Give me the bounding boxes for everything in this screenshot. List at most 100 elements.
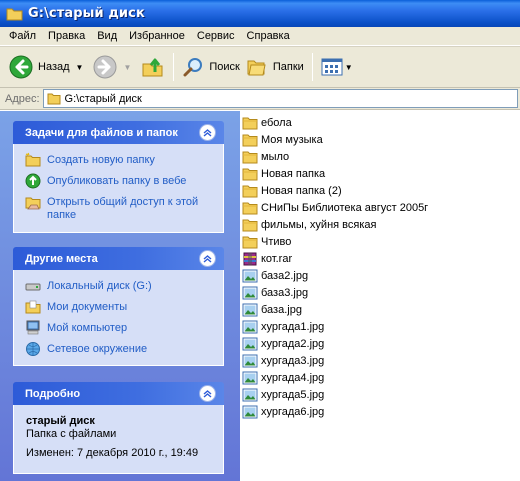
back-dropdown-icon[interactable]: ▼: [76, 63, 84, 72]
address-input[interactable]: G:\старый диск: [42, 89, 518, 108]
file-item[interactable]: фильмы, хуйня всякая: [242, 216, 376, 233]
other-places-header[interactable]: Другие места: [13, 247, 224, 270]
address-bar: Адрес: G:\старый диск: [0, 88, 520, 110]
menu-view[interactable]: Вид: [91, 27, 123, 46]
image-file-icon: [242, 405, 258, 418]
file-name: хургада6.jpg: [261, 405, 325, 418]
address-label: Адрес:: [5, 92, 40, 105]
details-body: старый диск Папка с файлами Изменен: 7 д…: [13, 405, 224, 474]
file-item[interactable]: хургада4.jpg: [242, 369, 324, 386]
file-item[interactable]: Чтиво: [242, 233, 291, 250]
place-local-disk[interactable]: Локальный диск (G:): [25, 278, 213, 294]
panel-title: Другие места: [25, 252, 98, 265]
file-name: хургада2.jpg: [261, 337, 325, 350]
toolbar-separator: [173, 53, 175, 81]
panel-title: Задачи для файлов и папок: [25, 126, 178, 139]
detail-type: Папка с файлами: [26, 428, 117, 440]
task-label: Опубликовать папку в вебе: [47, 175, 187, 187]
file-item[interactable]: хургада2.jpg: [242, 335, 324, 352]
details-header[interactable]: Подробно: [13, 382, 224, 405]
my-documents-icon: [25, 300, 41, 314]
file-name: ебола: [261, 116, 292, 129]
file-item[interactable]: СНиПы Библиотека август 2005г: [242, 199, 428, 216]
folder-icon: [242, 219, 258, 231]
file-tasks-header[interactable]: Задачи для файлов и папок: [13, 121, 224, 144]
task-pane: Задачи для файлов и папок Создать новую …: [0, 111, 240, 481]
folder-icon: [242, 134, 258, 146]
place-label: Мои документы: [47, 301, 128, 313]
collapse-icon[interactable]: [199, 124, 216, 141]
image-file-icon: [242, 269, 258, 282]
folder-icon: [47, 93, 61, 105]
file-name: СНиПы Библиотека август 2005г: [261, 201, 429, 214]
views-dropdown-icon[interactable]: ▼: [345, 63, 353, 72]
views-button[interactable]: ▼: [318, 50, 360, 84]
file-name: база2.jpg: [261, 269, 309, 282]
up-button[interactable]: [138, 50, 168, 84]
file-name: хургада5.jpg: [261, 388, 325, 401]
image-file-icon: [242, 286, 258, 299]
folders-icon: [247, 60, 266, 76]
folders-button[interactable]: Папки: [243, 50, 307, 84]
file-item[interactable]: хургада3.jpg: [242, 352, 324, 369]
image-file-icon: [242, 388, 258, 401]
file-name: Новая папка (2): [261, 184, 342, 197]
file-name: база.jpg: [261, 303, 302, 316]
details-panel: Подробно старый диск Папка с файлами Изм…: [13, 382, 224, 474]
menu-bar: Файл Правка Вид Избранное Сервис Справка: [0, 27, 520, 46]
place-network[interactable]: Сетевое окружение: [25, 341, 213, 357]
folder-icon: [242, 117, 258, 129]
file-item[interactable]: Новая папка: [242, 165, 325, 182]
menu-help[interactable]: Справка: [241, 27, 296, 46]
file-item[interactable]: Моя музыка: [242, 131, 323, 148]
folder-icon: [6, 8, 23, 20]
collapse-icon[interactable]: [199, 250, 216, 267]
folder-up-icon: [142, 58, 163, 77]
file-item[interactable]: мыло: [242, 148, 289, 165]
file-tasks-body: Создать новую папку Опубликовать папку в…: [13, 144, 224, 233]
file-list[interactable]: ебола Моя музыка мыло Новая папка Новая папк…: [240, 111, 520, 481]
forward-button[interactable]: ▼: [90, 50, 138, 84]
new-folder-icon: [25, 152, 41, 167]
menu-file[interactable]: Файл: [3, 27, 42, 46]
search-button[interactable]: Поиск: [179, 50, 242, 84]
menu-favorites[interactable]: Избранное: [123, 27, 191, 46]
toolbar: Назад ▼ ▼ Поиск Папки ▼: [0, 46, 520, 88]
file-tasks-panel: Задачи для файлов и папок Создать новую …: [13, 121, 224, 233]
task-new-folder[interactable]: Создать новую папку: [25, 152, 213, 168]
panel-title: Подробно: [25, 387, 81, 400]
menu-edit[interactable]: Правка: [42, 27, 91, 46]
task-share-folder[interactable]: Открыть общий доступ к этой папке: [25, 194, 213, 222]
task-publish-web[interactable]: Опубликовать папку в вебе: [25, 173, 213, 189]
file-item[interactable]: хургада1.jpg: [242, 318, 324, 335]
views-icon: [321, 58, 343, 76]
other-places-body: Локальный диск (G:) Мои документы Мой ко…: [13, 270, 224, 366]
place-my-documents[interactable]: Мои документы: [25, 299, 213, 315]
file-item[interactable]: кот.rar: [242, 250, 292, 267]
place-my-computer[interactable]: Мой компьютер: [25, 320, 213, 336]
place-label: Мой компьютер: [47, 322, 128, 334]
back-button[interactable]: Назад ▼: [6, 50, 90, 84]
folder-icon: [242, 185, 258, 197]
menu-tools[interactable]: Сервис: [191, 27, 241, 46]
forward-dropdown-icon[interactable]: ▼: [123, 63, 131, 72]
file-item[interactable]: база.jpg: [242, 301, 302, 318]
image-file-icon: [242, 303, 258, 316]
collapse-icon[interactable]: [199, 385, 216, 402]
detail-modified: Изменен: 7 декабря 2010 г., 19:49: [26, 447, 199, 459]
file-name: хургада3.jpg: [261, 354, 325, 367]
file-item[interactable]: Новая папка (2): [242, 182, 342, 199]
toolbar-separator-2: [311, 53, 313, 81]
file-item[interactable]: база2.jpg: [242, 267, 308, 284]
search-label: Поиск: [209, 61, 240, 73]
task-label: Создать новую папку: [47, 154, 155, 166]
search-icon: [183, 58, 203, 77]
file-item[interactable]: хургада5.jpg: [242, 386, 324, 403]
network-icon: [26, 342, 40, 356]
forward-arrow-icon: [93, 55, 117, 79]
detail-name: старый диск: [26, 415, 95, 427]
title-bar[interactable]: G:\старый диск: [0, 0, 520, 27]
file-item[interactable]: база3.jpg: [242, 284, 308, 301]
file-item[interactable]: хургада6.jpg: [242, 403, 324, 420]
file-item[interactable]: ебола: [242, 114, 292, 131]
